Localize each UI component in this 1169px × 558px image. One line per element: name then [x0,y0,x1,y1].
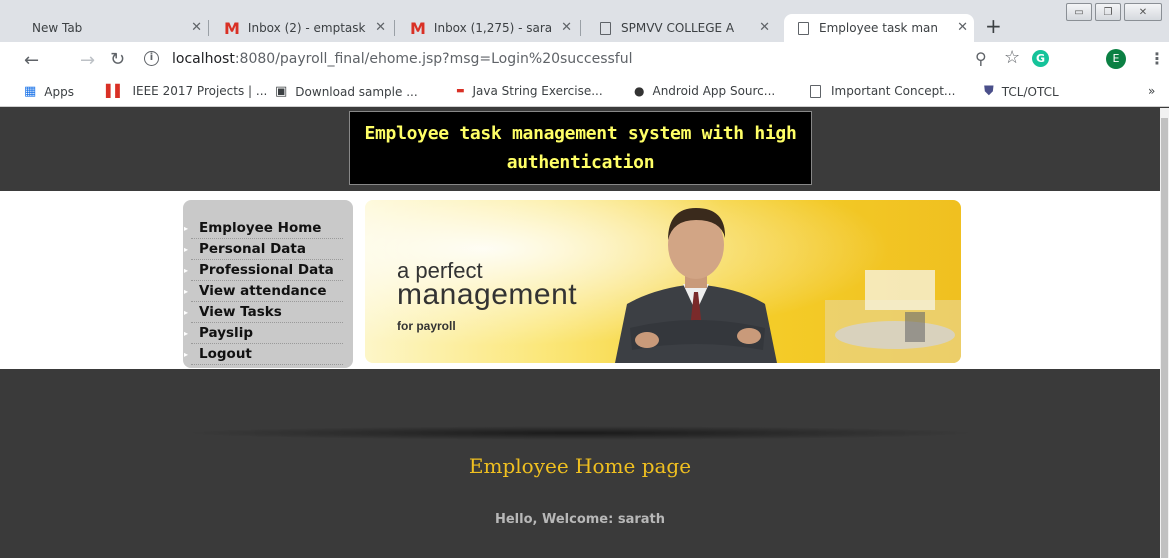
restore-icon[interactable]: ❐ [1095,3,1121,21]
minimize-icon[interactable]: ▭ [1066,3,1092,21]
tab-new-tab[interactable]: New Tab ✕ [18,14,208,42]
ieee-icon: ▌▌ [106,84,125,98]
tab-separator [394,20,395,36]
site-title-box: Employee task management system with hig… [349,111,812,185]
menu-item-professional-data[interactable]: Professional Data [184,260,343,281]
bookmark-tcl-otcl[interactable]: ⛊ TCL/OTCL [984,84,1059,99]
menu-item-view-attendance[interactable]: View attendance [184,281,343,302]
bookmark-label: Java String Exercise... [472,84,603,98]
page-icon [798,21,809,35]
page-icon [810,84,821,98]
bookmarks-overflow-icon[interactable]: » [1148,84,1155,98]
bookmark-ieee[interactable]: ▌▌ IEEE 2017 Projects | ... [106,84,267,98]
close-icon[interactable]: ✕ [375,20,386,35]
bookmark-apps[interactable]: ▦ Apps [24,84,74,99]
section-divider [180,426,980,440]
bookmark-android-source[interactable]: ● Android App Sourc... [634,84,775,98]
tab-title: Inbox (2) - emptask [247,21,366,35]
menu-item-employee-home[interactable]: Employee Home [184,218,343,239]
forward-icon[interactable]: → [80,50,95,71]
banner-line-3: for payroll [397,319,456,333]
close-icon[interactable]: ✕ [191,20,202,35]
w3resource-icon: ▬ [456,86,465,96]
android-icon: ● [634,84,645,98]
reload-icon[interactable]: ↻ [110,49,125,70]
info-icon[interactable]: i [144,51,159,66]
bookmark-label: Important Concept... [831,84,956,98]
menu-item-payslip[interactable]: Payslip [184,323,343,344]
close-window-icon[interactable]: ✕ [1124,3,1162,21]
page-content: Employee task management system with hig… [0,108,1160,558]
url-host: localhost [172,51,235,67]
menu-item-view-tasks[interactable]: View Tasks [184,302,343,323]
scrollbar-thumb[interactable] [1161,118,1168,558]
bookmark-important-concept[interactable]: Important Concept... [810,84,955,98]
tab-separator [208,20,209,36]
bookmark-label: IEEE 2017 Projects | ... [132,84,268,98]
grammarly-icon[interactable]: G [1032,50,1049,67]
tab-spmvv-college[interactable]: SPMVV COLLEGE A ✕ [586,14,776,42]
menu-icon[interactable]: ⋮ [1149,49,1165,68]
welcome-message: Hello, Welcome: sarath [494,512,666,527]
side-menu: Employee Home Personal Data Professional… [183,200,353,368]
bookmark-label: Apps [44,84,74,99]
tab-title: Employee task man [819,21,938,35]
tab-inbox-sara[interactable]: M Inbox (1,275) - sara ✕ [400,14,578,42]
url-path: :8080/payroll_final/ehome.jsp?msg=Login%… [234,51,633,67]
close-icon[interactable]: ✕ [759,20,770,35]
banner-line-2: management [397,278,578,311]
tab-inbox-emptask[interactable]: M Inbox (2) - emptask ✕ [214,14,392,42]
menu-item-logout[interactable]: Logout [184,344,343,365]
bookmark-download-sample[interactable]: ▣ Download sample ... [275,84,418,99]
profile-avatar[interactable]: E [1106,49,1126,69]
bookmark-label: Android App Sourc... [652,84,776,98]
site-title: Employee task management system with hig… [364,123,797,173]
apps-grid-icon: ▦ [24,84,37,99]
page-icon [600,21,611,35]
gmail-icon: M [410,18,426,38]
shield-icon: ⛊ [984,84,994,99]
menu-item-personal-data[interactable]: Personal Data [184,239,343,260]
close-icon[interactable]: ✕ [957,20,968,35]
tab-employee-task[interactable]: Employee task man ✕ [784,14,974,42]
tab-separator [580,20,581,36]
back-icon[interactable]: ← [24,50,39,71]
tab-title: New Tab [32,21,83,35]
tab-title: Inbox (1,275) - sara [433,21,553,35]
close-icon[interactable]: ✕ [561,20,572,35]
tab-title: SPMVV COLLEGE A [621,21,735,35]
site-header: Employee task management system with hig… [0,108,1160,191]
bookmark-label: TCL/OTCL [1001,84,1059,99]
star-icon[interactable]: ☆ [1004,47,1020,68]
bookmark-label: Download sample ... [295,84,418,99]
banner-image: a perfect management for payroll [365,200,961,363]
gmail-icon: M [224,18,240,38]
bookmark-java-string[interactable]: ▬ Java String Exercise... [456,84,603,98]
page-heading: Employee Home page [468,454,692,478]
new-tab-icon[interactable]: + [985,14,1002,38]
zoom-icon[interactable]: ⚲ [975,49,987,68]
address-bar[interactable]: localhost:8080/payroll_final/ehome.jsp?m… [172,51,632,67]
download-icon: ▣ [275,84,288,99]
